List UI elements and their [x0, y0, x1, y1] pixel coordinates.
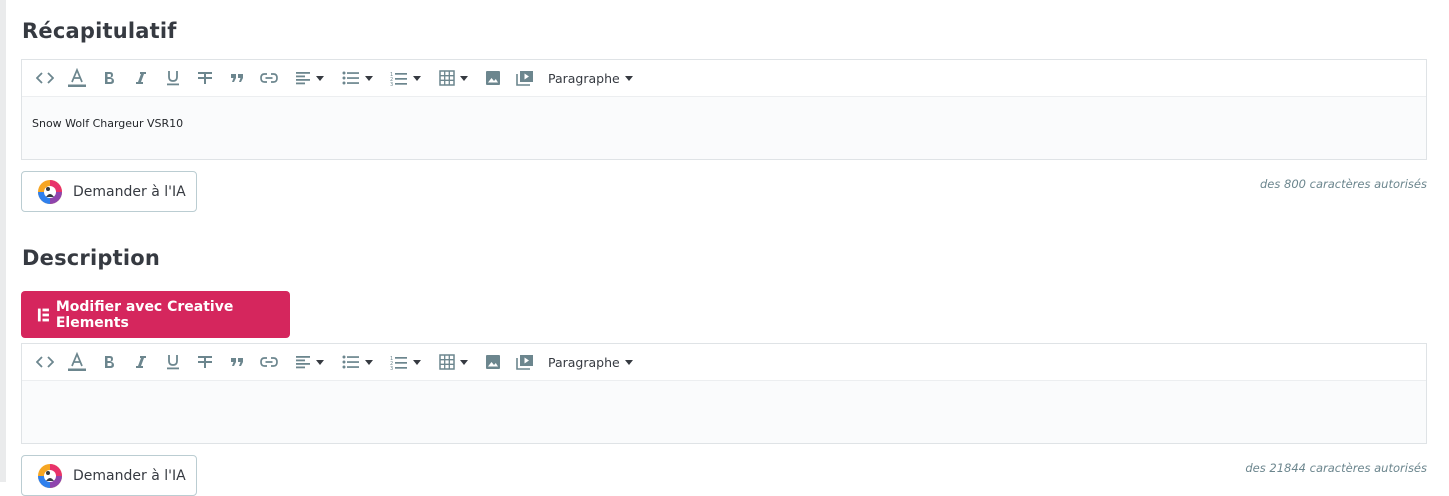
- code-view-icon[interactable]: [30, 350, 60, 374]
- chevron-down-icon: [364, 75, 373, 81]
- numbered-list-icon[interactable]: 123: [382, 66, 428, 90]
- svg-text:3: 3: [390, 82, 393, 86]
- table-icon[interactable]: [430, 66, 476, 90]
- italic-icon[interactable]: [126, 350, 156, 374]
- video-icon[interactable]: [510, 350, 540, 374]
- chevron-down-icon: [364, 359, 373, 365]
- description-char-counter: des 21844 caractères autorisés: [1245, 461, 1427, 475]
- italic-icon[interactable]: [126, 66, 156, 90]
- description-toolbar: 123 Paragraphe: [22, 344, 1426, 381]
- paragraph-format-dropdown[interactable]: Paragraphe: [548, 66, 633, 90]
- underline-icon[interactable]: [158, 66, 188, 90]
- bullet-list-icon[interactable]: [334, 350, 380, 374]
- creative-elements-icon: [37, 308, 49, 321]
- numbered-list-icon[interactable]: 123: [382, 350, 428, 374]
- summary-content-area[interactable]: Snow Wolf Chargeur VSR10: [22, 97, 1426, 159]
- summary-title: Récapitulatif: [22, 19, 177, 43]
- chevron-down-icon: [412, 359, 421, 365]
- code-view-icon[interactable]: [30, 66, 60, 90]
- link-icon[interactable]: [254, 350, 284, 374]
- description-content-area[interactable]: [22, 381, 1426, 443]
- paragraph-format-label: Paragraphe: [548, 70, 620, 86]
- summary-ask-ai-button[interactable]: Demander à l'IA: [21, 171, 197, 212]
- ask-ai-label: Demander à l'IA: [73, 183, 186, 200]
- font-color-icon[interactable]: [62, 66, 92, 90]
- paragraph-format-dropdown[interactable]: Paragraphe: [548, 350, 633, 374]
- image-icon[interactable]: [478, 350, 508, 374]
- font-color-icon[interactable]: [62, 350, 92, 374]
- bold-icon[interactable]: [94, 350, 124, 374]
- align-icon[interactable]: [286, 66, 332, 90]
- blockquote-icon[interactable]: [222, 350, 252, 374]
- video-icon[interactable]: [510, 66, 540, 90]
- paragraph-format-label: Paragraphe: [548, 354, 620, 370]
- page-left-border: [0, 0, 6, 482]
- summary-char-counter: des 800 caractères autorisés: [1260, 177, 1427, 191]
- ai-logo-icon: [38, 179, 62, 204]
- chevron-down-icon: [459, 75, 468, 81]
- chevron-down-icon: [624, 359, 633, 365]
- bold-icon[interactable]: [94, 66, 124, 90]
- ask-ai-label: Demander à l'IA: [73, 467, 186, 484]
- summary-editor: 123 Paragraphe Snow Wolf Chargeur VSR10: [21, 59, 1427, 160]
- chevron-down-icon: [624, 75, 633, 81]
- chevron-down-icon: [459, 359, 468, 365]
- chevron-down-icon: [315, 75, 324, 81]
- summary-toolbar: 123 Paragraphe: [22, 60, 1426, 97]
- table-icon[interactable]: [430, 350, 476, 374]
- bullet-list-icon[interactable]: [334, 66, 380, 90]
- link-icon[interactable]: [254, 66, 284, 90]
- image-icon[interactable]: [478, 66, 508, 90]
- ai-logo-icon: [38, 463, 62, 488]
- blockquote-icon[interactable]: [222, 66, 252, 90]
- description-editor: 123 Paragraphe: [21, 343, 1427, 444]
- strikethrough-icon[interactable]: [190, 66, 220, 90]
- strikethrough-icon[interactable]: [190, 350, 220, 374]
- align-icon[interactable]: [286, 350, 332, 374]
- svg-text:3: 3: [390, 366, 393, 370]
- chevron-down-icon: [315, 359, 324, 365]
- creative-elements-button[interactable]: Modifier avec Creative Elements: [21, 291, 290, 338]
- description-title: Description: [22, 246, 161, 270]
- underline-icon[interactable]: [158, 350, 188, 374]
- description-ask-ai-button[interactable]: Demander à l'IA: [21, 455, 197, 496]
- creative-elements-label: Modifier avec Creative Elements: [55, 298, 234, 331]
- chevron-down-icon: [412, 75, 421, 81]
